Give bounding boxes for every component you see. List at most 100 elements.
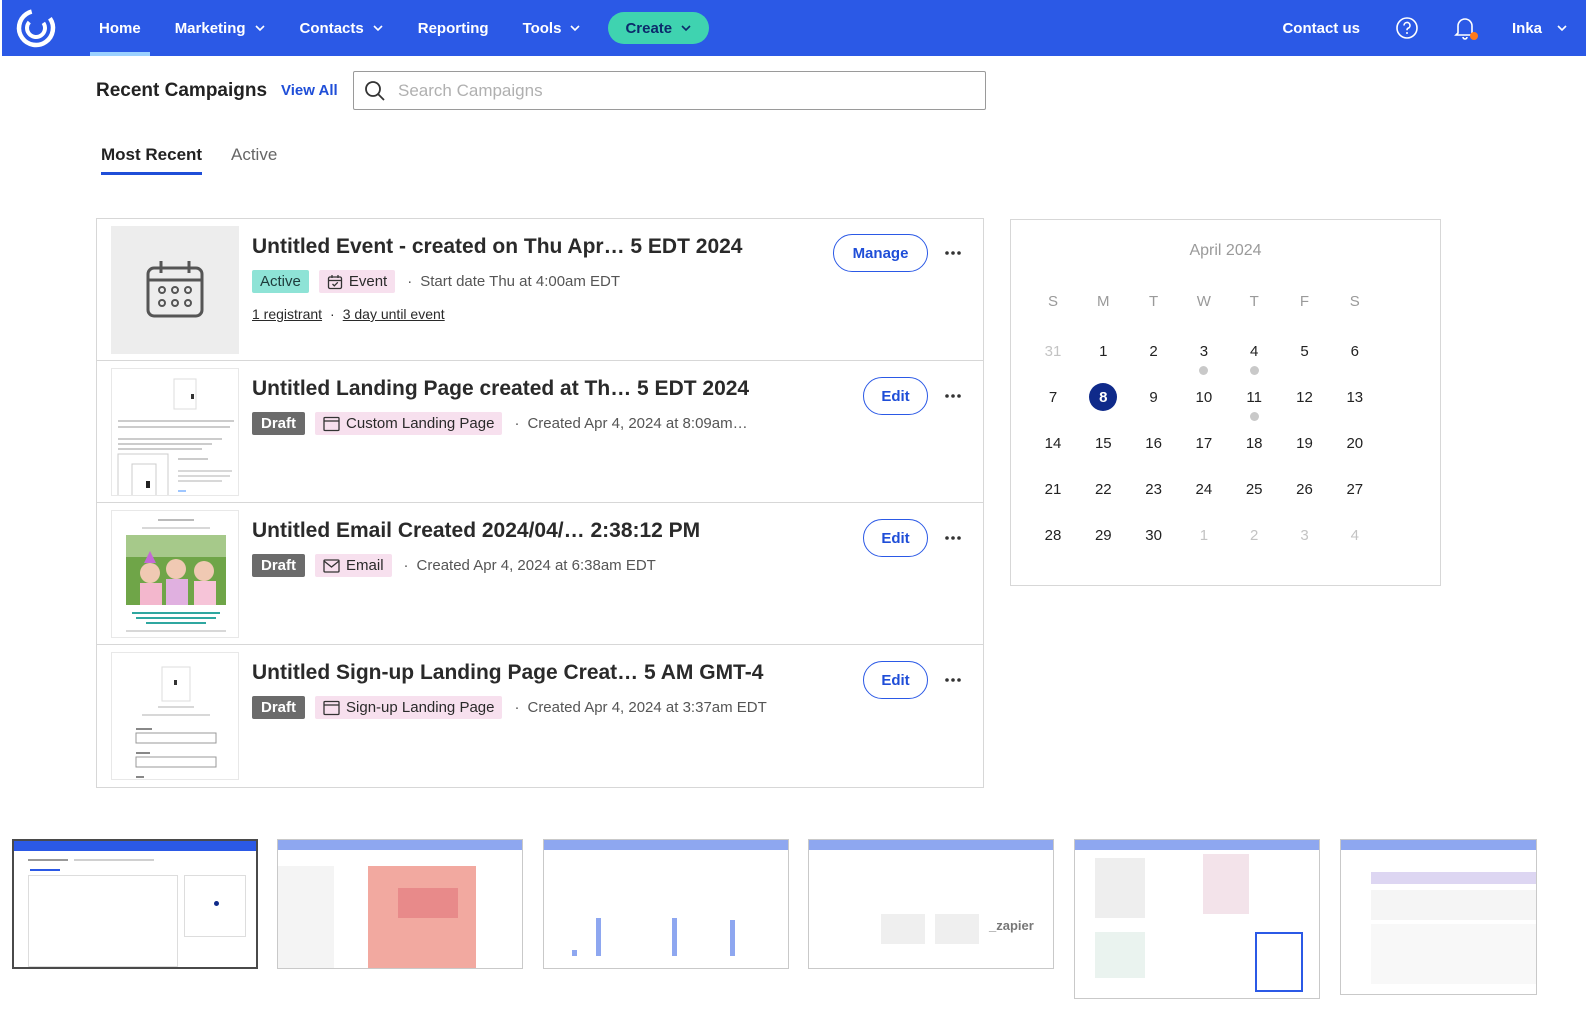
edit-button[interactable]: Edit: [863, 661, 928, 699]
edit-button[interactable]: Edit: [863, 519, 928, 557]
campaign-meta: Draft Sign-up Landing Page · Created Apr…: [252, 696, 767, 719]
calendar-day[interactable]: 17: [1184, 428, 1224, 458]
help-button[interactable]: [1378, 0, 1436, 56]
notification-dot: [1469, 32, 1478, 40]
nav-reporting[interactable]: Reporting: [401, 0, 506, 56]
thumbnail-integrations[interactable]: _zapier: [808, 839, 1054, 969]
chevron-down-icon: [373, 25, 383, 32]
chevron-down-icon: [254, 25, 265, 32]
calendar-day[interactable]: 16: [1134, 428, 1174, 458]
calendar-day[interactable]: 28: [1033, 520, 1073, 550]
create-button[interactable]: Create: [608, 12, 710, 44]
tab-most-recent[interactable]: Most Recent: [101, 145, 203, 175]
status-badge: Active: [252, 270, 309, 293]
nav-contacts[interactable]: Contacts: [283, 0, 401, 56]
edit-button[interactable]: Edit: [863, 377, 928, 415]
calendar-day[interactable]: 12: [1285, 382, 1325, 412]
search-input[interactable]: [398, 80, 958, 101]
campaign-list: Untitled Event - created on Thu Apr… 5 E…: [96, 218, 984, 788]
help-icon: [1396, 17, 1418, 39]
calendar-day[interactable]: 5: [1285, 336, 1325, 366]
campaign-row[interactable]: Untitled Sign-up Landing Page Creat… 5 A…: [97, 645, 983, 787]
calendar-day[interactable]: 30: [1134, 520, 1174, 550]
campaign-title[interactable]: Untitled Landing Page created at Th… 5 E…: [252, 377, 749, 401]
calendar-day[interactable]: 1: [1083, 336, 1123, 366]
more-icon: [945, 394, 961, 398]
calendar-check-icon: [327, 274, 343, 289]
calendar-weekday: M: [1097, 292, 1110, 310]
tab-active[interactable]: Active: [231, 145, 277, 165]
user-menu[interactable]: Inka: [1494, 0, 1586, 56]
campaign-row[interactable]: Untitled Email Created 2024/04/… 2:38:12…: [97, 503, 983, 645]
calendar-day[interactable]: 19: [1285, 428, 1325, 458]
calendar-day[interactable]: 29: [1083, 520, 1123, 550]
campaign-title[interactable]: Untitled Email Created 2024/04/… 2:38:12…: [252, 519, 700, 543]
calendar-day[interactable]: 18: [1234, 428, 1274, 458]
landing-page-preview: [117, 378, 234, 495]
calendar-month: April 2024: [1189, 242, 1262, 259]
calendar-day[interactable]: 10: [1184, 382, 1224, 412]
calendar-day[interactable]: 6: [1335, 336, 1375, 366]
calendar-day[interactable]: 31: [1033, 336, 1073, 366]
calendar-day[interactable]: 8: [1083, 382, 1123, 412]
calendar-day[interactable]: 4: [1234, 336, 1274, 366]
calendar-weekday: W: [1196, 292, 1211, 310]
thumbnail-email-editor[interactable]: [277, 839, 523, 969]
calendar-day[interactable]: 20: [1335, 428, 1375, 458]
days-until-link[interactable]: 3 day until event: [343, 306, 445, 322]
view-all-link[interactable]: View All: [281, 82, 338, 99]
nav-tools[interactable]: Tools: [506, 0, 599, 56]
calendar-day[interactable]: 14: [1033, 428, 1073, 458]
calendar-day[interactable]: 22: [1083, 474, 1123, 504]
campaign-title[interactable]: Untitled Event - created on Thu Apr… 5 E…: [252, 235, 742, 259]
calendar-day[interactable]: 25: [1234, 474, 1274, 504]
thumbnail-welcome-series[interactable]: [1340, 839, 1537, 995]
calendar-day[interactable]: 2: [1234, 520, 1274, 550]
calendar-day[interactable]: 24: [1184, 474, 1224, 504]
thumbnail-templates[interactable]: [1074, 839, 1320, 999]
campaign-row[interactable]: Untitled Landing Page created at Th… 5 E…: [97, 361, 983, 503]
campaign-row[interactable]: Untitled Event - created on Thu Apr… 5 E…: [97, 219, 983, 361]
thumbnail-recent-campaigns[interactable]: [12, 839, 258, 969]
more-options-button[interactable]: [941, 668, 965, 692]
status-badge: Draft: [252, 696, 306, 719]
calendar-day[interactable]: 1: [1184, 520, 1224, 550]
calendar-day[interactable]: 2: [1134, 336, 1174, 366]
more-options-button[interactable]: [941, 241, 965, 265]
calendar-weekday: T: [1249, 292, 1259, 310]
campaign-title[interactable]: Untitled Sign-up Landing Page Creat… 5 A…: [252, 661, 763, 685]
email-preview: [126, 519, 226, 632]
logo-icon[interactable]: [14, 6, 58, 50]
more-options-button[interactable]: [941, 384, 965, 408]
calendar-day[interactable]: 26: [1285, 474, 1325, 504]
calendar-weekday: T: [1149, 292, 1159, 310]
calendar-day[interactable]: 13: [1335, 382, 1375, 412]
search-icon: [365, 80, 385, 101]
calendar-day[interactable]: 15: [1083, 428, 1123, 458]
nav-marketing[interactable]: Marketing: [158, 0, 283, 56]
manage-button[interactable]: Manage: [833, 234, 928, 272]
calendar-day[interactable]: 7: [1033, 382, 1073, 412]
calendar-weekday: S: [1047, 292, 1058, 310]
calendar-day[interactable]: 3: [1285, 520, 1325, 550]
campaign-thumbnail: [111, 368, 239, 496]
campaign-date: Created Apr 4, 2024 at 3:37am EDT: [527, 699, 767, 716]
campaign-date: Created Apr 4, 2024 at 6:38am EDT: [416, 557, 656, 574]
calendar-day[interactable]: 9: [1134, 382, 1174, 412]
contact-us-link[interactable]: Contact us: [1264, 0, 1378, 56]
nav-home[interactable]: Home: [82, 0, 158, 56]
campaign-meta: Draft Email · Created Apr 4, 2024 at 6:3…: [252, 554, 656, 577]
calendar-day[interactable]: 23: [1134, 474, 1174, 504]
landing-page-icon: [323, 416, 340, 431]
more-options-button[interactable]: [941, 526, 965, 550]
calendar-day[interactable]: 27: [1335, 474, 1375, 504]
thumbnail-reporting[interactable]: [543, 839, 789, 969]
notifications-button[interactable]: [1436, 0, 1494, 56]
calendar-day[interactable]: 3: [1184, 336, 1224, 366]
calendar-day[interactable]: 21: [1033, 474, 1073, 504]
campaign-date: Start date Thu at 4:00am EDT: [420, 273, 621, 290]
registrant-link[interactable]: 1 registrant: [252, 306, 322, 322]
calendar-day[interactable]: 11: [1234, 382, 1274, 412]
calendar-weekday: S: [1349, 292, 1360, 310]
calendar-day[interactable]: 4: [1335, 520, 1375, 550]
